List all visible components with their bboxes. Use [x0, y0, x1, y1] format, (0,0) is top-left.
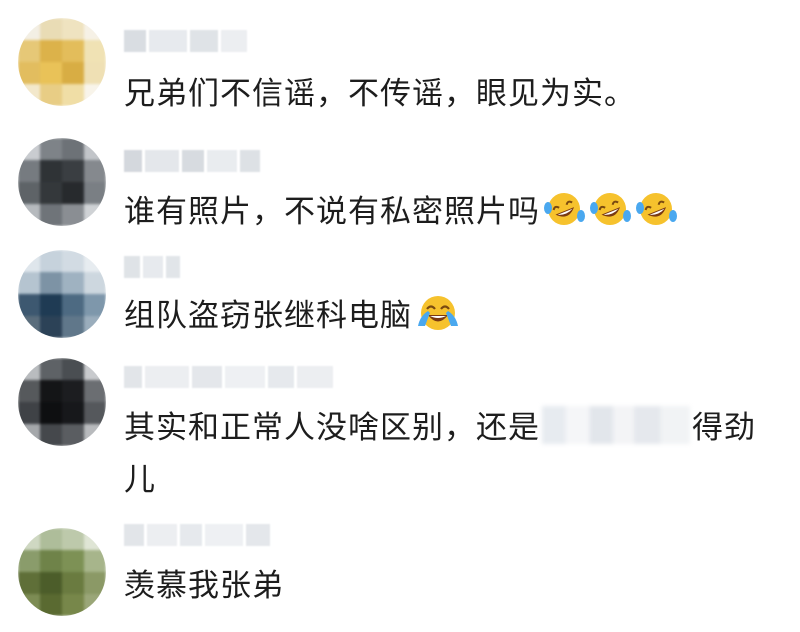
comment-text: 兄弟们不信谣，不传谣，眼见为实。	[124, 76, 636, 112]
crying-laughing-emoji-icon	[414, 292, 462, 348]
rolling-laughing-emoji-icon	[634, 190, 678, 244]
avatar[interactable]	[18, 358, 106, 446]
comment-text-end: 得劲	[692, 410, 756, 446]
avatar[interactable]	[18, 18, 106, 106]
rolling-laughing-emoji-icon	[588, 190, 632, 244]
avatar[interactable]	[18, 138, 106, 226]
censored-text	[542, 406, 690, 444]
comment-text: 组队盗窃张继科电脑	[124, 290, 776, 348]
comment-text: 羡慕我张弟	[124, 568, 284, 604]
username-blurred	[124, 366, 333, 388]
username-blurred	[124, 256, 180, 278]
rolling-laughing-emoji-icon	[542, 190, 586, 244]
username-blurred	[124, 524, 270, 546]
comment-text-line2: 儿	[124, 462, 156, 498]
username-blurred	[124, 30, 247, 52]
comment-text: 谁有照片，不说有私密照片吗	[124, 186, 776, 244]
comment-text-main: 组队盗窃张继科电脑	[124, 298, 412, 334]
avatar[interactable]	[18, 250, 106, 338]
comment-text-main: 其实和正常人没啥区别，还是	[124, 410, 540, 446]
username-blurred	[124, 150, 260, 172]
comment-text: 其实和正常人没啥区别，还是 得劲儿	[124, 402, 776, 506]
comment-text-main: 谁有照片，不说有私密照片吗	[124, 194, 540, 230]
avatar[interactable]	[18, 528, 106, 616]
